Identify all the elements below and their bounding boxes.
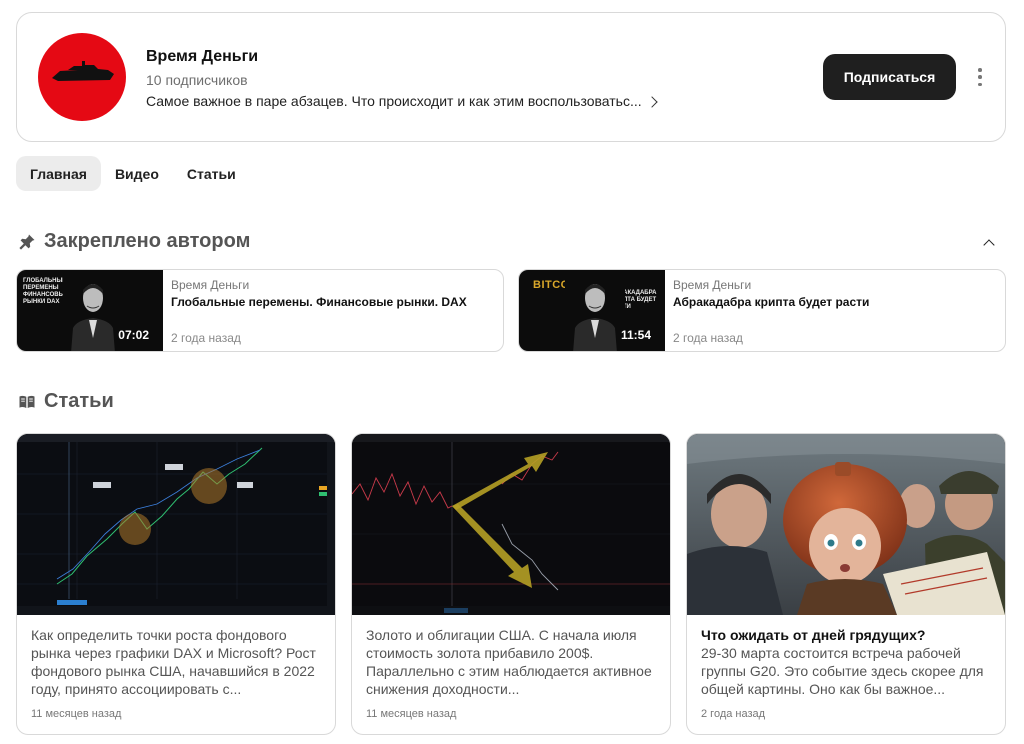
- tab-video[interactable]: Видео: [101, 156, 173, 191]
- channel-description[interactable]: Самое важное в паре абзацев. Что происхо…: [146, 93, 658, 109]
- pinned-section-title: Закреплено автором: [18, 230, 250, 253]
- video-duration: 07:02: [118, 328, 149, 342]
- video-author[interactable]: Время Деньги: [171, 278, 249, 292]
- article-text[interactable]: Как определить точки роста фондового рын…: [31, 626, 321, 698]
- article-image[interactable]: [687, 434, 1005, 615]
- subscriber-count: 10 подписчиков: [146, 72, 248, 88]
- article-time: 2 года назад: [701, 708, 766, 720]
- video-title[interactable]: Абракадабра крипта будет расти: [673, 295, 869, 309]
- masked-figure-icon: [63, 276, 123, 351]
- video-title[interactable]: Глобальные перемены. Финансовые рынки. D…: [171, 295, 467, 309]
- article-text[interactable]: Что ожидать от дней грядущих? 29-30 март…: [701, 626, 991, 698]
- gold-chart-image: [352, 434, 670, 615]
- article-text[interactable]: Золото и облигации США. С начала июля ст…: [366, 626, 656, 698]
- illustration-image: [687, 434, 1005, 615]
- pinned-video-card[interactable]: ГЛОБАЛЬНЫЕ ПЕРЕМЕНЫ ФИНАНСОВЫЕ РЫНКИ DAX…: [16, 269, 504, 352]
- video-thumbnail[interactable]: BITCOIN АБРАКАДАБРА КРИПТА БУДЕТ РАСТИ 1…: [519, 270, 665, 351]
- article-card[interactable]: Что ожидать от дней грядущих? 29-30 март…: [686, 433, 1006, 735]
- articles-title-text: Статьи: [44, 390, 114, 412]
- article-card[interactable]: Как определить точки роста фондового рын…: [16, 433, 336, 735]
- article-excerpt: Как определить точки роста фондового рын…: [31, 627, 316, 697]
- stock-chart-image: [17, 434, 335, 615]
- video-duration: 11:54: [620, 328, 651, 342]
- articles-section-title: Статьи: [18, 390, 114, 413]
- video-author[interactable]: Время Деньги: [673, 278, 751, 292]
- channel-header: Время Деньги 10 подписчиков Самое важное…: [16, 12, 1006, 142]
- more-options-button[interactable]: [973, 65, 987, 89]
- pin-icon: [18, 233, 36, 251]
- tab-articles[interactable]: Статьи: [173, 156, 250, 191]
- channel-tabs: Главная Видео Статьи: [16, 156, 250, 191]
- chevron-up-icon[interactable]: [982, 236, 996, 250]
- book-icon: [18, 393, 36, 411]
- article-card[interactable]: Золото и облигации США. С начала июля ст…: [351, 433, 671, 735]
- pinned-title-text: Закреплено автором: [44, 230, 251, 252]
- article-excerpt: 29-30 марта состоится встреча рабочей гр…: [701, 645, 984, 697]
- channel-name: Время Деньги: [146, 48, 259, 65]
- pinned-video-card[interactable]: BITCOIN АБРАКАДАБРА КРИПТА БУДЕТ РАСТИ 1…: [518, 269, 1006, 352]
- article-image[interactable]: [352, 434, 670, 615]
- article-image[interactable]: [17, 434, 335, 615]
- article-title: Что ожидать от дней грядущих?: [701, 627, 926, 643]
- masked-figure-icon: [565, 276, 625, 351]
- channel-avatar[interactable]: [38, 33, 126, 121]
- yacht-icon: [52, 61, 114, 81]
- chevron-right-icon: [645, 95, 658, 108]
- article-time: 11 месяцев назад: [31, 708, 122, 720]
- subscribe-button[interactable]: Подписаться: [823, 54, 956, 100]
- article-time: 11 месяцев назад: [366, 708, 457, 720]
- video-thumbnail[interactable]: ГЛОБАЛЬНЫЕ ПЕРЕМЕНЫ ФИНАНСОВЫЕ РЫНКИ DAX…: [17, 270, 163, 351]
- article-excerpt: Золото и облигации США. С начала июля ст…: [366, 627, 652, 697]
- channel-description-text: Самое важное в паре абзацев. Что происхо…: [146, 93, 642, 109]
- video-time: 2 года назад: [673, 331, 743, 345]
- more-dots-icon: [978, 68, 982, 72]
- video-time: 2 года назад: [171, 331, 241, 345]
- tab-main[interactable]: Главная: [16, 156, 101, 191]
